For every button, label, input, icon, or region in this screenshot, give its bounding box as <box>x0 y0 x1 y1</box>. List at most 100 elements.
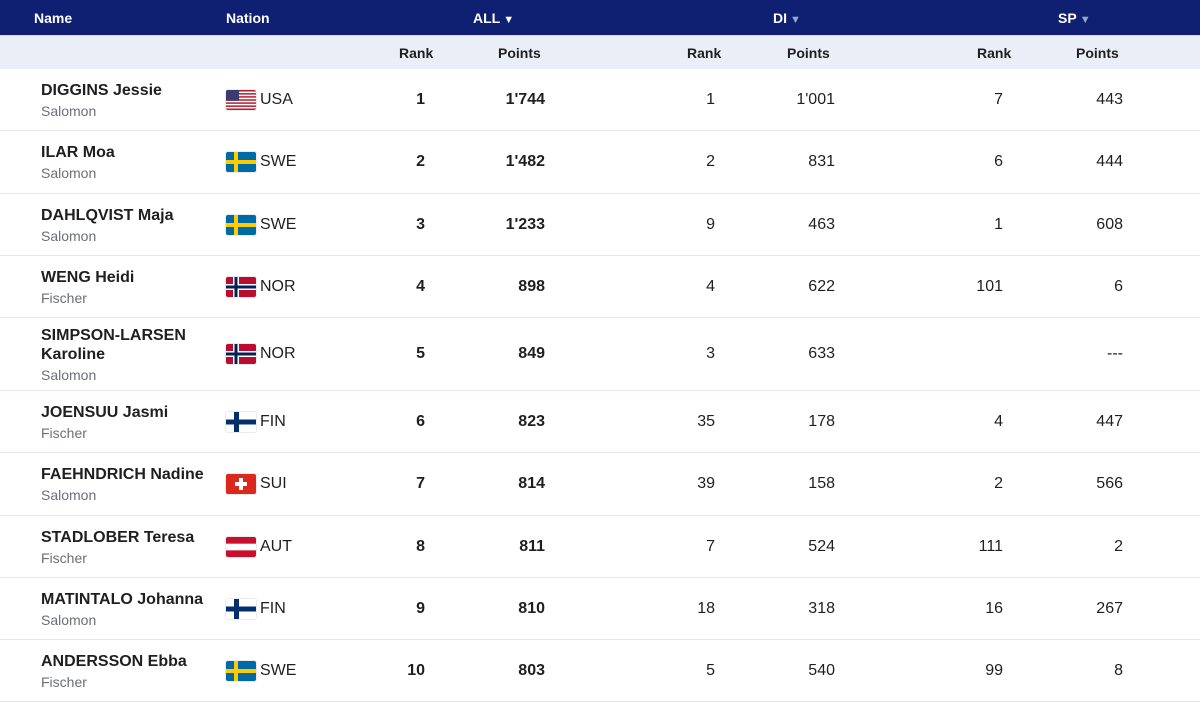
nor-flag-icon <box>226 277 256 297</box>
nor-flag-icon <box>226 344 256 364</box>
di-rank: 39 <box>697 475 715 492</box>
group-label: ALL <box>473 10 501 26</box>
athlete-name[interactable]: SIMPSON-LARSEN Karoline <box>41 326 211 364</box>
subheader-sp-rank: Rank <box>977 45 1012 61</box>
nation-cell: AUT <box>226 537 292 557</box>
athlete-cell: ILAR Moa Salomon <box>41 143 211 182</box>
athlete-name[interactable]: WENG Heidi <box>41 268 211 287</box>
subheader-di-points: Points <box>787 45 830 61</box>
all-rank: 7 <box>416 475 425 492</box>
group-label: SP <box>1058 10 1077 26</box>
athlete-cell: DIGGINS Jessie Salomon <box>41 81 211 120</box>
sp-rank: 111 <box>978 538 1003 555</box>
table-row[interactable]: DIGGINS Jessie Salomon USA 1 1'744 1 1'001 7 443 <box>0 69 1200 131</box>
table-row[interactable]: ILAR Moa Salomon SWE 2 1'482 2 831 6 444 <box>0 131 1200 194</box>
table-row[interactable]: STADLOBER Teresa Fischer AUT 8 811 7 524 111 2 <box>0 516 1200 578</box>
all-rank: 3 <box>416 216 425 233</box>
table-row[interactable]: DAHLQVIST Maja Salomon SWE 3 1'233 9 463 1 608 <box>0 194 1200 256</box>
sp-points: 8 <box>1114 662 1123 679</box>
sort-caret-icon: ▼ <box>1079 14 1091 26</box>
di-rank: 3 <box>706 345 715 362</box>
ski-brand: Fischer <box>41 425 87 441</box>
athlete-cell: WENG Heidi Fischer <box>41 268 211 307</box>
nation-cell: FIN <box>226 412 286 432</box>
di-rank: 7 <box>706 538 715 555</box>
subheader-sp-points: Points <box>1076 45 1119 61</box>
swe-flag-icon <box>226 661 256 681</box>
sp-points: 566 <box>1096 475 1123 492</box>
all-rank: 10 <box>407 662 425 679</box>
ski-brand: Salomon <box>41 612 97 628</box>
nation-code: SWE <box>260 216 297 233</box>
nation-cell: SWE <box>226 152 296 172</box>
nation-cell: FIN <box>226 599 286 619</box>
nation-code: NOR <box>260 345 296 362</box>
athlete-cell: ANDERSSON Ebba Fischer <box>41 652 211 691</box>
athlete-name[interactable]: ILAR Moa <box>41 143 211 162</box>
all-points: 1'482 <box>505 153 545 170</box>
sp-points: 447 <box>1096 413 1123 430</box>
sp-rank: 2 <box>994 475 1003 492</box>
subheader-row: Rank Points Rank Points Rank Points <box>0 36 1200 69</box>
standings-table: Name Nation ALL ▼ DI ▼ SP ▼ Rank Points Ran… <box>0 0 1200 702</box>
sp-points: 443 <box>1096 91 1123 108</box>
sp-rank: 99 <box>985 662 1003 679</box>
athlete-cell: JOENSUU Jasmi Fischer <box>41 403 211 442</box>
di-points: 318 <box>808 600 835 617</box>
table-row[interactable]: JOENSUU Jasmi Fischer FIN 6 823 35 178 4 447 <box>0 391 1200 453</box>
athlete-name[interactable]: MATINTALO Johanna <box>41 590 211 609</box>
column-header-nation[interactable]: Nation <box>226 10 270 26</box>
sp-points: 2 <box>1114 538 1123 555</box>
column-header-name[interactable]: Name <box>34 10 72 26</box>
athlete-cell: FAEHNDRICH Nadine Salomon <box>41 465 211 504</box>
all-points: 823 <box>518 413 545 430</box>
athlete-name[interactable]: JOENSUU Jasmi <box>41 403 211 422</box>
column-group-di[interactable]: DI ▼ <box>773 10 801 26</box>
athlete-name[interactable]: DAHLQVIST Maja <box>41 206 211 225</box>
usa-flag-icon <box>226 90 256 110</box>
table-body: DIGGINS Jessie Salomon USA 1 1'744 1 1'001 7 443… <box>0 69 1200 702</box>
nation-cell: SWE <box>226 661 296 681</box>
ski-brand: Salomon <box>41 367 97 383</box>
athlete-cell: MATINTALO Johanna Salomon <box>41 590 211 629</box>
athlete-name[interactable]: STADLOBER Teresa <box>41 528 211 547</box>
table-row[interactable]: ANDERSSON Ebba Fischer SWE 10 803 5 540 99 8 <box>0 640 1200 702</box>
nation-code: FIN <box>260 413 286 430</box>
di-points: 622 <box>808 278 835 295</box>
all-points: 1'744 <box>505 91 545 108</box>
all-rank: 1 <box>416 91 425 108</box>
aut-flag-icon <box>226 537 256 557</box>
all-rank: 9 <box>416 600 425 617</box>
nation-cell: USA <box>226 90 293 110</box>
sp-rank: 1 <box>994 216 1003 233</box>
table-row[interactable]: SIMPSON-LARSEN Karoline Salomon NOR 5 849 3 63… <box>0 318 1200 391</box>
athlete-name[interactable]: ANDERSSON Ebba <box>41 652 211 671</box>
table-row[interactable]: MATINTALO Johanna Salomon FIN 9 810 18 318 16 26… <box>0 578 1200 640</box>
column-group-sp[interactable]: SP ▼ <box>1058 10 1091 26</box>
header-row: Name Nation ALL ▼ DI ▼ SP ▼ <box>0 0 1200 36</box>
di-points: 540 <box>808 662 835 679</box>
ski-brand: Salomon <box>41 165 97 181</box>
di-points: 463 <box>808 216 835 233</box>
nation-code: SWE <box>260 662 297 679</box>
di-points: 524 <box>808 538 835 555</box>
all-points: 803 <box>518 662 545 679</box>
all-rank: 8 <box>416 538 425 555</box>
di-rank: 5 <box>706 662 715 679</box>
column-group-all[interactable]: ALL ▼ <box>473 10 514 26</box>
ski-brand: Salomon <box>41 103 97 119</box>
nation-code: USA <box>260 91 293 108</box>
ski-brand: Salomon <box>41 487 97 503</box>
athlete-name[interactable]: DIGGINS Jessie <box>41 81 211 100</box>
athlete-cell: SIMPSON-LARSEN Karoline Salomon <box>41 326 211 384</box>
all-points: 849 <box>518 345 545 362</box>
sp-rank: 4 <box>994 413 1003 430</box>
nation-cell: SWE <box>226 215 296 235</box>
athlete-name[interactable]: FAEHNDRICH Nadine <box>41 465 211 484</box>
subheader-all-points: Points <box>498 45 541 61</box>
table-row[interactable]: FAEHNDRICH Nadine Salomon SUI 7 814 39 158 2 566 <box>0 453 1200 516</box>
sp-points: 444 <box>1096 153 1123 170</box>
nation-code: FIN <box>260 600 286 617</box>
swe-flag-icon <box>226 152 256 172</box>
table-row[interactable]: WENG Heidi Fischer NOR 4 898 4 622 101 6 <box>0 256 1200 318</box>
